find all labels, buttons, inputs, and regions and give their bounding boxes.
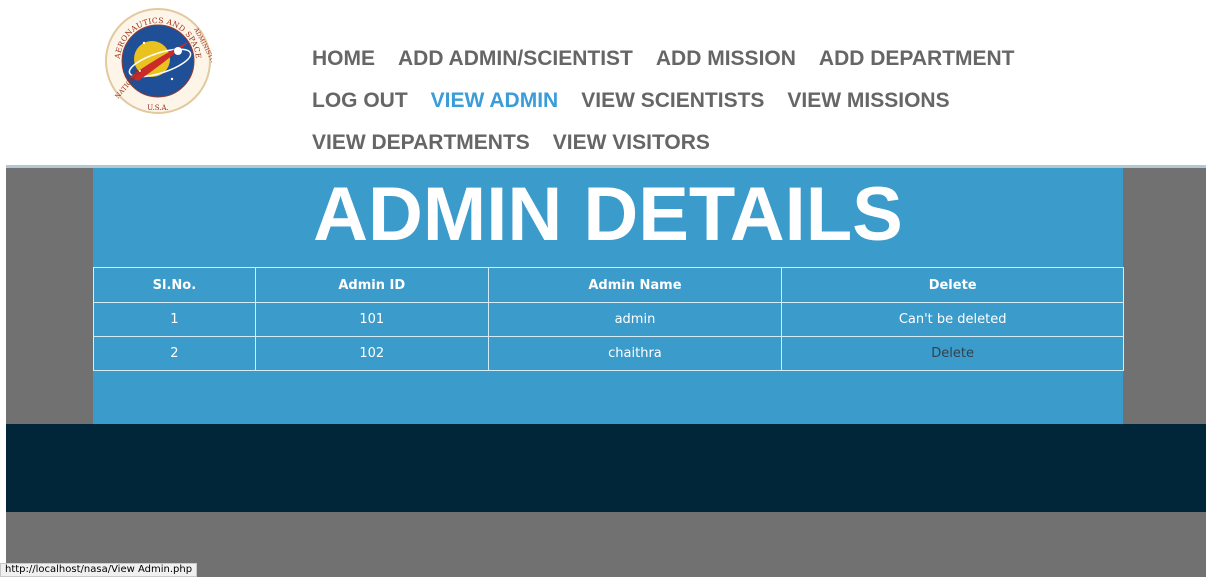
cell-admin-id: 102 [254,336,489,371]
page-title: ADMIN DETAILS [313,172,903,257]
nav-log-out[interactable]: LOG OUT [312,87,408,115]
table-row: 1 101 admin Can't be deleted [93,302,1124,337]
nav-view-admin[interactable]: VIEW ADMIN [431,87,559,115]
admin-details-panel: ADMIN DETAILS Sl.No. Admin ID Admin Name… [93,168,1124,424]
site-header: AERONAUTICS AND SPACE NATIONAL ADMINISTR… [0,0,1206,166]
nav-add-admin-scientist[interactable]: ADD ADMIN/SCIENTIST [398,45,633,73]
nav-view-scientists[interactable]: VIEW SCIENTISTS [581,87,764,115]
column-header-delete: Delete [781,267,1124,303]
nav-view-missions[interactable]: VIEW MISSIONS [787,87,949,115]
column-header-sl-no: Sl.No. [93,267,256,303]
cell-sl-no: 2 [93,336,256,371]
browser-status-bar: http://localhost/nasa/View Admin.php [0,563,198,577]
table-header-row: Sl.No. Admin ID Admin Name Delete [93,267,1124,303]
admin-table: Sl.No. Admin ID Admin Name Delete 1 101 … [93,267,1124,371]
nav-add-department[interactable]: ADD DEPARTMENT [819,45,1015,73]
nav-row-2: LOG OUT VIEW ADMIN VIEW SCIENTISTS VIEW MIS… [312,87,973,117]
nav-home[interactable]: HOME [312,45,375,73]
nasa-logo[interactable]: AERONAUTICS AND SPACE NATIONAL ADMINISTR… [104,7,226,115]
nasa-seal-icon: AERONAUTICS AND SPACE NATIONAL ADMINISTR… [105,8,226,114]
column-header-admin-id: Admin ID [254,267,489,303]
cell-sl-no: 1 [93,302,256,337]
cell-admin-name: admin [487,302,783,337]
cell-admin-id: 101 [254,302,489,337]
nav-view-departments[interactable]: VIEW DEPARTMENTS [312,129,530,157]
nav-add-mission[interactable]: ADD MISSION [656,45,796,73]
nav-view-visitors[interactable]: VIEW VISITORS [553,129,710,157]
cell-admin-name: chaithra [487,336,783,371]
table-row: 2 102 chaithra Delete [93,336,1124,371]
delete-link[interactable]: Delete [781,336,1124,371]
nav-row-3: VIEW DEPARTMENTS VIEW VISITORS [312,129,733,159]
nav-row-1: HOME ADD ADMIN/SCIENTIST ADD MISSION ADD DE… [312,45,1038,75]
column-header-admin-name: Admin Name [487,267,783,303]
cell-cant-delete: Can't be deleted [781,302,1124,337]
page-footer [6,424,1206,512]
logo-text-bottom: U.S.A. [147,104,169,112]
